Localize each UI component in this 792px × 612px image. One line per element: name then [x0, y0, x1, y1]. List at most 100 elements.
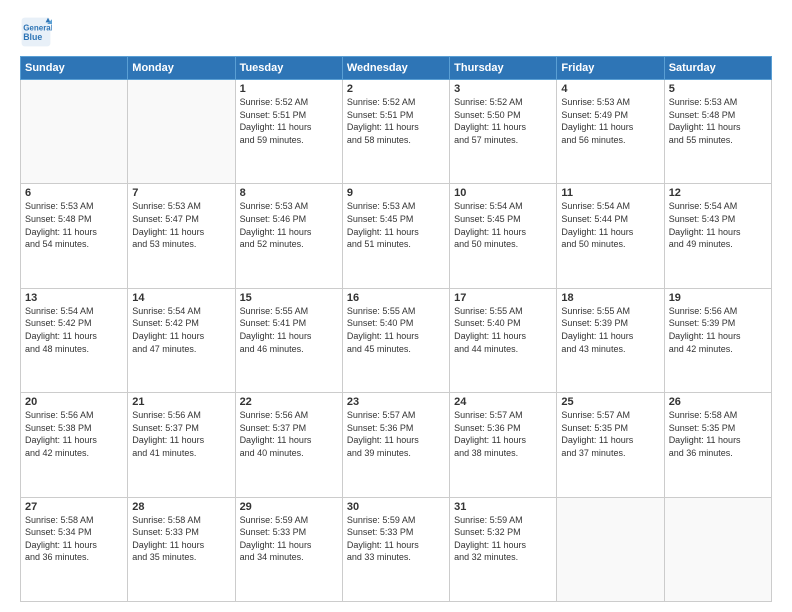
- day-info: Sunrise: 5:52 AM Sunset: 5:51 PM Dayligh…: [240, 96, 338, 146]
- calendar-cell: 10Sunrise: 5:54 AM Sunset: 5:45 PM Dayli…: [450, 184, 557, 288]
- logo: General Blue: [20, 16, 56, 48]
- day-number: 27: [25, 501, 123, 513]
- calendar-cell: 7Sunrise: 5:53 AM Sunset: 5:47 PM Daylig…: [128, 184, 235, 288]
- calendar-cell: 24Sunrise: 5:57 AM Sunset: 5:36 PM Dayli…: [450, 393, 557, 497]
- page: General Blue SundayMondayTuesdayWednesda…: [0, 0, 792, 612]
- calendar-cell: 30Sunrise: 5:59 AM Sunset: 5:33 PM Dayli…: [342, 497, 449, 601]
- calendar-week-2: 6Sunrise: 5:53 AM Sunset: 5:48 PM Daylig…: [21, 184, 772, 288]
- weekday-header-wednesday: Wednesday: [342, 57, 449, 80]
- svg-text:General: General: [23, 23, 52, 32]
- calendar-cell: 9Sunrise: 5:53 AM Sunset: 5:45 PM Daylig…: [342, 184, 449, 288]
- calendar-cell: 22Sunrise: 5:56 AM Sunset: 5:37 PM Dayli…: [235, 393, 342, 497]
- day-number: 16: [347, 292, 445, 304]
- calendar-cell: 28Sunrise: 5:58 AM Sunset: 5:33 PM Dayli…: [128, 497, 235, 601]
- day-number: 18: [561, 292, 659, 304]
- day-info: Sunrise: 5:53 AM Sunset: 5:48 PM Dayligh…: [25, 200, 123, 250]
- calendar-cell: 3Sunrise: 5:52 AM Sunset: 5:50 PM Daylig…: [450, 80, 557, 184]
- day-number: 4: [561, 83, 659, 95]
- day-info: Sunrise: 5:58 AM Sunset: 5:33 PM Dayligh…: [132, 514, 230, 564]
- day-info: Sunrise: 5:57 AM Sunset: 5:36 PM Dayligh…: [454, 409, 552, 459]
- day-info: Sunrise: 5:53 AM Sunset: 5:49 PM Dayligh…: [561, 96, 659, 146]
- weekday-header-saturday: Saturday: [664, 57, 771, 80]
- day-number: 21: [132, 396, 230, 408]
- day-info: Sunrise: 5:56 AM Sunset: 5:37 PM Dayligh…: [240, 409, 338, 459]
- calendar-week-3: 13 Sunrise: 5:54 AM Sunset: 5:42 PM Dayli…: [21, 288, 772, 392]
- day-info: Sunrise: 5:59 AM Sunset: 5:33 PM Dayligh…: [240, 514, 338, 564]
- day-info: Sunrise: 5:56 AM Sunset: 5:38 PM Dayligh…: [25, 409, 123, 459]
- day-info: Sunrise: 5:59 AM Sunset: 5:33 PM Dayligh…: [347, 514, 445, 564]
- day-info: Sunrise: 5:59 AM Sunset: 5:32 PM Dayligh…: [454, 514, 552, 564]
- weekday-header-row: SundayMondayTuesdayWednesdayThursdayFrid…: [21, 57, 772, 80]
- day-info: Sunrise: 5:54 AM Sunset: 5:44 PM Dayligh…: [561, 200, 659, 250]
- day-number: 25: [561, 396, 659, 408]
- day-number: 5: [669, 83, 767, 95]
- day-number: 26: [669, 396, 767, 408]
- day-number: 6: [25, 187, 123, 199]
- day-number: 14: [132, 292, 230, 304]
- calendar-cell: 4Sunrise: 5:53 AM Sunset: 5:49 PM Daylig…: [557, 80, 664, 184]
- calendar-cell: 16Sunrise: 5:55 AM Sunset: 5:40 PM Dayli…: [342, 288, 449, 392]
- day-number: 13: [25, 292, 123, 304]
- calendar-cell: 25Sunrise: 5:57 AM Sunset: 5:35 PM Dayli…: [557, 393, 664, 497]
- calendar-cell: 31Sunrise: 5:59 AM Sunset: 5:32 PM Dayli…: [450, 497, 557, 601]
- day-number: 8: [240, 187, 338, 199]
- day-info: Sunrise: 5:54 AM Sunset: 5:43 PM Dayligh…: [669, 200, 767, 250]
- day-number: 9: [347, 187, 445, 199]
- calendar-cell: 20Sunrise: 5:56 AM Sunset: 5:38 PM Dayli…: [21, 393, 128, 497]
- calendar-table: SundayMondayTuesdayWednesdayThursdayFrid…: [20, 56, 772, 602]
- day-info: Sunrise: 5:55 AM Sunset: 5:39 PM Dayligh…: [561, 305, 659, 355]
- calendar-cell: 5Sunrise: 5:53 AM Sunset: 5:48 PM Daylig…: [664, 80, 771, 184]
- calendar-cell: [557, 497, 664, 601]
- header: General Blue: [20, 16, 772, 48]
- day-info: Sunrise: 5:57 AM Sunset: 5:35 PM Dayligh…: [561, 409, 659, 459]
- day-info: Sunrise: 5:53 AM Sunset: 5:45 PM Dayligh…: [347, 200, 445, 250]
- day-number: 12: [669, 187, 767, 199]
- calendar-cell: 21Sunrise: 5:56 AM Sunset: 5:37 PM Dayli…: [128, 393, 235, 497]
- day-info: Sunrise: 5:53 AM Sunset: 5:47 PM Dayligh…: [132, 200, 230, 250]
- day-info: Sunrise: 5:54 AM Sunset: 5:45 PM Dayligh…: [454, 200, 552, 250]
- day-info: Sunrise: 5:55 AM Sunset: 5:40 PM Dayligh…: [454, 305, 552, 355]
- calendar-cell: [21, 80, 128, 184]
- day-info: Sunrise: 5:58 AM Sunset: 5:35 PM Dayligh…: [669, 409, 767, 459]
- day-number: 7: [132, 187, 230, 199]
- day-number: 17: [454, 292, 552, 304]
- calendar-cell: 13Sunrise: 5:54 AM Sunset: 5:42 PM Dayli…: [21, 288, 128, 392]
- calendar-cell: 14Sunrise: 5:54 AM Sunset: 5:42 PM Dayli…: [128, 288, 235, 392]
- calendar-cell: 27Sunrise: 5:58 AM Sunset: 5:34 PM Dayli…: [21, 497, 128, 601]
- day-number: 20: [25, 396, 123, 408]
- calendar-cell: 18Sunrise: 5:55 AM Sunset: 5:39 PM Dayli…: [557, 288, 664, 392]
- calendar-cell: 19Sunrise: 5:56 AM Sunset: 5:39 PM Dayli…: [664, 288, 771, 392]
- calendar-cell: 12Sunrise: 5:54 AM Sunset: 5:43 PM Dayli…: [664, 184, 771, 288]
- calendar-week-1: 1Sunrise: 5:52 AM Sunset: 5:51 PM Daylig…: [21, 80, 772, 184]
- weekday-header-thursday: Thursday: [450, 57, 557, 80]
- day-number: 22: [240, 396, 338, 408]
- calendar-cell: [664, 497, 771, 601]
- logo-icon: General Blue: [20, 16, 52, 48]
- weekday-header-sunday: Sunday: [21, 57, 128, 80]
- day-number: 1: [240, 83, 338, 95]
- day-info: Sunrise: 5:56 AM Sunset: 5:39 PM Dayligh…: [669, 305, 767, 355]
- calendar-cell: 11Sunrise: 5:54 AM Sunset: 5:44 PM Dayli…: [557, 184, 664, 288]
- day-number: 10: [454, 187, 552, 199]
- day-number: 28: [132, 501, 230, 513]
- calendar-cell: 17Sunrise: 5:55 AM Sunset: 5:40 PM Dayli…: [450, 288, 557, 392]
- calendar-cell: 1Sunrise: 5:52 AM Sunset: 5:51 PM Daylig…: [235, 80, 342, 184]
- weekday-header-monday: Monday: [128, 57, 235, 80]
- day-number: 31: [454, 501, 552, 513]
- svg-text:Blue: Blue: [23, 32, 42, 42]
- day-info: Sunrise: 5:56 AM Sunset: 5:37 PM Dayligh…: [132, 409, 230, 459]
- day-number: 24: [454, 396, 552, 408]
- weekday-header-friday: Friday: [557, 57, 664, 80]
- day-info: Sunrise: 5:55 AM Sunset: 5:40 PM Dayligh…: [347, 305, 445, 355]
- calendar-cell: 26Sunrise: 5:58 AM Sunset: 5:35 PM Dayli…: [664, 393, 771, 497]
- day-number: 11: [561, 187, 659, 199]
- day-number: 23: [347, 396, 445, 408]
- calendar-week-5: 27Sunrise: 5:58 AM Sunset: 5:34 PM Dayli…: [21, 497, 772, 601]
- calendar-cell: 2Sunrise: 5:52 AM Sunset: 5:51 PM Daylig…: [342, 80, 449, 184]
- day-info: Sunrise: 5:58 AM Sunset: 5:34 PM Dayligh…: [25, 514, 123, 564]
- day-info: Sunrise: 5:53 AM Sunset: 5:48 PM Dayligh…: [669, 96, 767, 146]
- calendar-week-4: 20Sunrise: 5:56 AM Sunset: 5:38 PM Dayli…: [21, 393, 772, 497]
- day-number: 29: [240, 501, 338, 513]
- calendar-cell: 15Sunrise: 5:55 AM Sunset: 5:41 PM Dayli…: [235, 288, 342, 392]
- day-info: Sunrise: 5:54 AM Sunset: 5:42 PM Dayligh…: [132, 305, 230, 355]
